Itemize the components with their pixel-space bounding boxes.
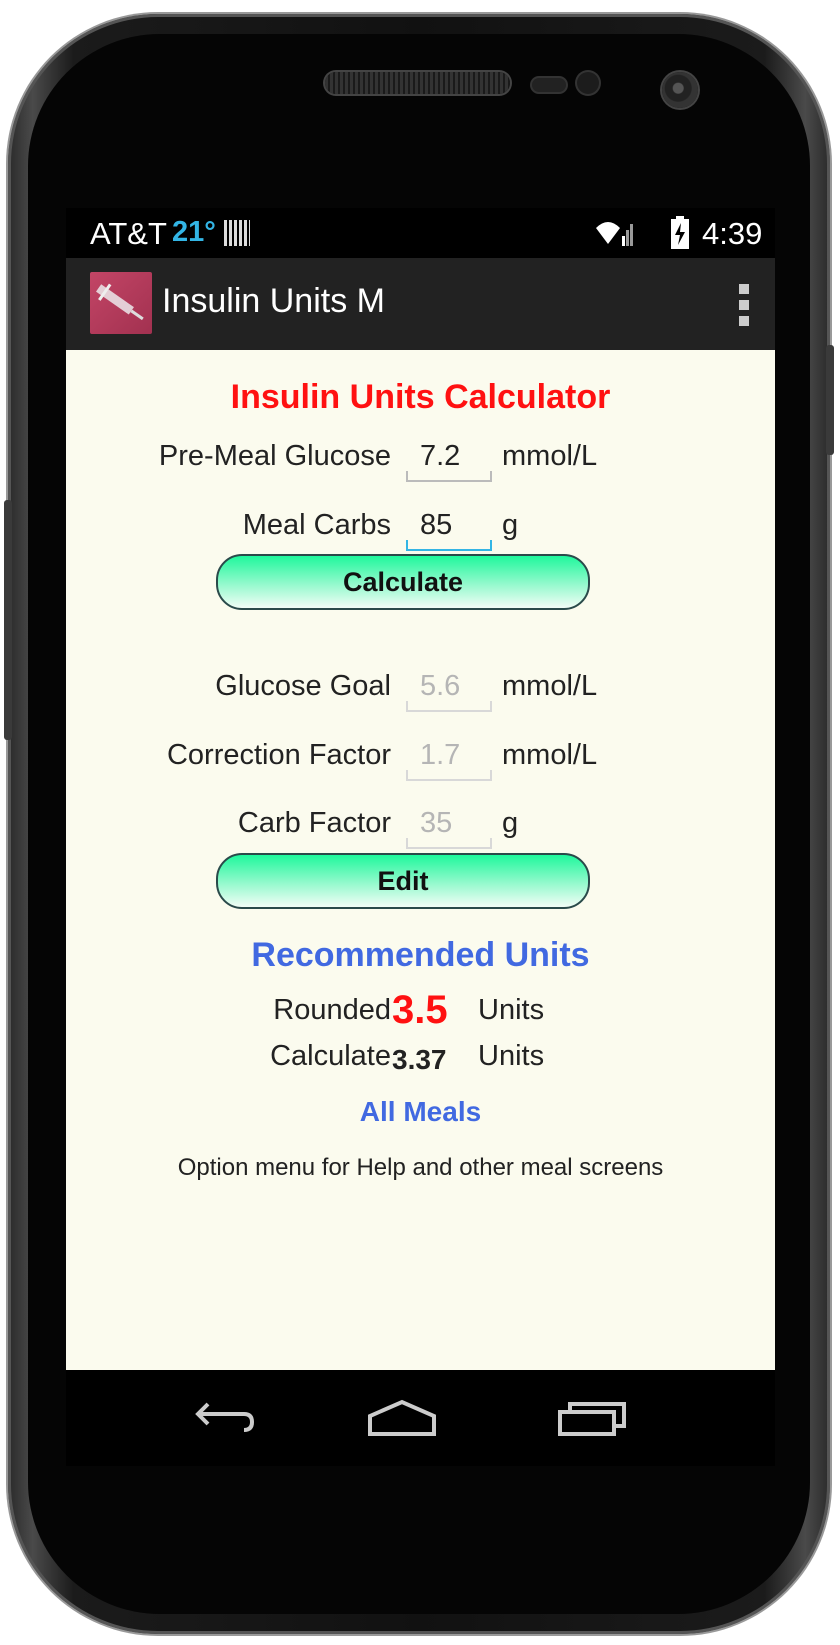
calculated-result-row: Calculate 3.37 Units (66, 1034, 775, 1084)
calculated-units-label: Units (478, 1040, 545, 1072)
correction-factor-row: Correction Factor 1.7 mmol/L (66, 733, 775, 783)
correction-factor-value: 1.7 (420, 739, 461, 771)
home-icon[interactable] (362, 1390, 442, 1446)
all-meals-link[interactable]: All Meals (66, 1096, 775, 1128)
pre-meal-glucose-label: Pre-Meal Glucose (158, 440, 391, 472)
meal-carbs-row: Meal Carbs 85 g (66, 503, 775, 553)
meal-carbs-value: 85 (420, 509, 453, 541)
carb-factor-unit: g (502, 807, 519, 839)
status-bar: AT&T 21° 4:39 (66, 208, 775, 258)
power-button (826, 345, 834, 455)
rounded-units-label: Units (478, 994, 545, 1026)
overflow-menu-icon[interactable] (739, 284, 751, 326)
carb-factor-row: Carb Factor 35 g (66, 801, 775, 851)
pre-meal-glucose-input[interactable]: 7.2 (406, 434, 492, 482)
carb-factor-input[interactable]: 35 (406, 801, 492, 849)
carrier-label: AT&T (90, 216, 167, 251)
glucose-goal-value: 5.6 (420, 670, 461, 702)
clock-label: 4:39 (702, 216, 763, 251)
navigation-bar (66, 1370, 775, 1466)
pre-meal-glucose-row: Pre-Meal Glucose 7.2 mmol/L (66, 434, 775, 484)
recent-apps-icon[interactable] (552, 1390, 632, 1446)
glucose-goal-label: Glucose Goal (215, 670, 391, 702)
calculated-units-value: 3.37 (392, 1044, 447, 1075)
back-icon[interactable] (180, 1390, 260, 1446)
screen: AT&T 21° 4:39 Insulin Units M Insulin Un… (66, 208, 775, 1466)
action-bar: Insulin Units M (66, 258, 775, 350)
carb-factor-value: 35 (420, 807, 453, 839)
pre-meal-glucose-unit: mmol/L (502, 440, 598, 472)
rounded-units-value: 3.5 (392, 988, 448, 1032)
correction-factor-input[interactable]: 1.7 (406, 733, 492, 781)
app-title: Insulin Units M (162, 282, 385, 320)
glucose-goal-row: Glucose Goal 5.6 mmol/L (66, 664, 775, 714)
calculate-button[interactable]: Calculate (216, 554, 590, 610)
battery-charging-icon (671, 216, 689, 249)
wifi-signal-icon (596, 222, 633, 246)
glucose-goal-input[interactable]: 5.6 (406, 664, 492, 712)
carb-factor-label: Carb Factor (237, 807, 391, 839)
meal-carbs-input[interactable]: 85 (406, 503, 492, 551)
light-sensor (577, 72, 599, 94)
barcode-icon (224, 220, 250, 246)
front-camera (662, 72, 698, 108)
calculated-label: Calculate (270, 1040, 391, 1072)
volume-button (4, 500, 12, 740)
meal-carbs-unit: g (502, 509, 519, 541)
proximity-sensor (532, 78, 566, 92)
calculator-content: Insulin Units Calculator Pre-Meal Glucos… (66, 350, 775, 1370)
correction-factor-unit: mmol/L (502, 739, 598, 771)
earpiece-speaker (325, 72, 510, 94)
rounded-label: Rounded (273, 994, 391, 1026)
syringe-icon[interactable] (90, 272, 152, 334)
edit-button[interactable]: Edit (216, 853, 590, 909)
temperature-label: 21° (172, 216, 216, 248)
correction-factor-label: Correction Factor (166, 739, 391, 771)
meal-carbs-label: Meal Carbs (242, 509, 391, 541)
rounded-result-row: Rounded 3.5 Units (66, 988, 775, 1038)
glucose-goal-unit: mmol/L (502, 670, 598, 702)
recommended-units-title: Recommended Units (251, 936, 590, 974)
pre-meal-glucose-value: 7.2 (420, 440, 461, 472)
calculator-title: Insulin Units Calculator (230, 378, 611, 416)
help-hint-text: Option menu for Help and other meal scre… (177, 1154, 664, 1181)
